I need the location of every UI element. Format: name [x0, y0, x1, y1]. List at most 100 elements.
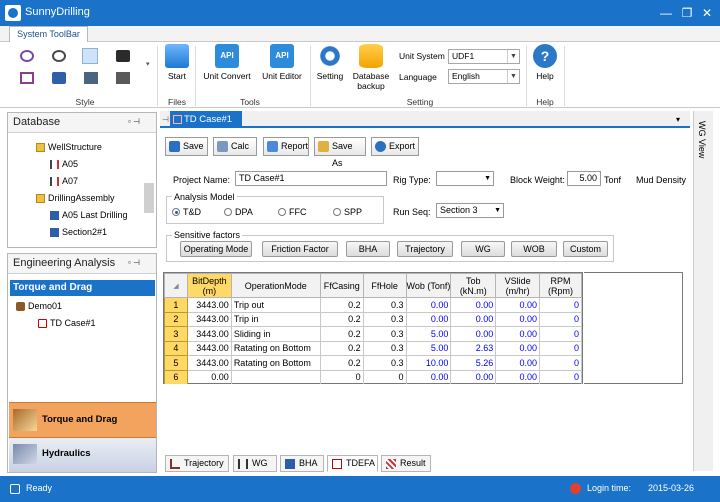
restore-button[interactable]: ❐ — [680, 6, 694, 20]
col-header-operationmode[interactable]: OperationMode — [230, 273, 321, 298]
grid-cell[interactable]: Ratating on Bottom — [230, 340, 321, 356]
project-name-input[interactable]: TD Case#1 — [235, 171, 387, 186]
tree-item-section2[interactable]: Section2#1 — [50, 224, 128, 241]
style-office2010-icon[interactable] — [52, 50, 66, 62]
col-header-ffhole[interactable]: FfHole — [362, 273, 407, 298]
grid-cell[interactable]: Trip in — [230, 311, 321, 327]
grid-cell[interactable]: 0.2 — [319, 311, 364, 327]
wg-button[interactable]: WG — [461, 241, 505, 257]
style-office2013-icon[interactable] — [82, 48, 98, 64]
grid-cell[interactable]: 3443.00 — [186, 297, 232, 313]
grid-cell[interactable]: 0 — [539, 326, 582, 342]
grid-cell[interactable]: 3443.00 — [186, 311, 232, 327]
bha-button[interactable]: BHA — [346, 241, 390, 257]
grid-cell[interactable]: 0 — [362, 369, 407, 385]
grid-cell[interactable]: 0.00 — [450, 297, 497, 313]
grid-cell[interactable]: 5.26 — [450, 355, 497, 371]
panel-pin-icon[interactable]: ▫ ⊣ — [128, 117, 140, 126]
tab-wg[interactable]: WG — [233, 455, 277, 472]
style-vs2012-icon[interactable] — [84, 72, 98, 84]
trajectory-button[interactable]: Trajectory — [397, 241, 453, 257]
style-office2016-icon[interactable] — [116, 50, 130, 62]
grid-cell[interactable]: 0.00 — [405, 311, 452, 327]
grid-cell[interactable]: 5.00 — [405, 326, 452, 342]
tree-item-a05[interactable]: A05 — [50, 156, 128, 173]
style-office2007-icon[interactable] — [20, 50, 34, 62]
module-torque-and-drag[interactable]: Torque and Drag — [9, 402, 156, 438]
col-header-wob[interactable]: Wob (Tonf) — [405, 273, 452, 298]
grid-cell[interactable]: 0.2 — [319, 355, 364, 371]
setting-button[interactable]: Setting — [314, 44, 346, 81]
grid-cell[interactable]: 3443.00 — [186, 340, 232, 356]
grid-cell[interactable]: 10.00 — [405, 355, 452, 371]
col-header-rpm[interactable]: RPM (Rpm) — [539, 273, 582, 298]
wob-button[interactable]: WOB — [511, 241, 557, 257]
run-seq-select[interactable]: Section 3 ▼ — [436, 203, 504, 218]
grid-corner[interactable]: ◢ — [164, 273, 188, 298]
row-number[interactable]: 6 — [164, 369, 188, 385]
grid-cell[interactable]: 0 — [539, 369, 582, 385]
module-hydraulics[interactable]: Hydraulics — [9, 438, 156, 472]
grid-cell[interactable]: 0.00 — [186, 369, 232, 385]
save-button[interactable]: Save — [165, 137, 208, 156]
grid-cell[interactable]: 0 — [539, 311, 582, 327]
grid-cell[interactable]: 0.00 — [495, 311, 541, 327]
row-number[interactable]: 1 — [164, 297, 188, 313]
grid-cell[interactable]: 0.00 — [450, 326, 497, 342]
export-button[interactable]: Export — [371, 137, 419, 156]
tree-item-td-case[interactable]: TD Case#1 — [38, 315, 96, 332]
model-td-radio[interactable]: T&D — [172, 207, 201, 217]
unit-editor-button[interactable]: API Unit Editor — [259, 44, 305, 81]
close-button[interactable]: ✕ — [700, 6, 714, 20]
table-row[interactable]: 5 3443.00 Ratating on Bottom 0.2 0.3 10.00 5.2… — [164, 355, 582, 371]
row-number[interactable]: 2 — [164, 311, 188, 327]
model-dpa-radio[interactable]: DPA — [224, 207, 253, 217]
grid-cell[interactable]: 0.2 — [319, 297, 364, 313]
tab-td-case[interactable]: TD Case#1 — [170, 111, 242, 128]
panel-pin-icon[interactable]: ▫ ⊣ — [128, 258, 140, 267]
tree-item-a07[interactable]: A07 — [50, 173, 128, 190]
grid-cell[interactable]: Trip out — [230, 297, 321, 313]
help-button[interactable]: ? Help — [531, 44, 559, 81]
row-number[interactable]: 4 — [164, 340, 188, 356]
col-header-tob[interactable]: Tob (kN.m) — [450, 273, 497, 298]
grid-cell[interactable]: 0.3 — [362, 355, 407, 371]
grid-cell[interactable]: Ratating on Bottom — [230, 355, 321, 371]
block-weight-input[interactable]: 5.00 — [567, 171, 601, 186]
tab-trajectory[interactable]: Trajectory — [165, 455, 229, 472]
grid-cell[interactable]: 0.3 — [362, 326, 407, 342]
grid-cell[interactable]: 3443.00 — [186, 326, 232, 342]
power-icon[interactable] — [570, 483, 581, 494]
grid-cell[interactable]: 0.2 — [319, 340, 364, 356]
rig-type-select[interactable]: ▼ — [436, 171, 494, 186]
operation-grid[interactable]: ◢ BitDepth (m) OperationMode FfCasing Ff… — [163, 272, 583, 385]
tab-result[interactable]: Result — [381, 455, 431, 472]
grid-cell[interactable]: 0.3 — [362, 340, 407, 356]
grid-cell[interactable]: 0.3 — [362, 311, 407, 327]
tree-item-a05-last-drilling[interactable]: A05 Last Drilling — [50, 207, 128, 224]
grid-cell[interactable]: 2.63 — [450, 340, 497, 356]
tab-system-toolbar[interactable]: System ToolBar — [9, 26, 88, 42]
table-row[interactable]: 2 3443.00 Trip in 0.2 0.3 0.00 0.00 0.00 0 — [164, 311, 582, 327]
grid-cell[interactable]: 3443.00 — [186, 355, 232, 371]
style-vs2013-icon[interactable] — [116, 72, 130, 84]
wg-view-sidebar[interactable]: WG View — [693, 111, 713, 471]
grid-cell[interactable]: 0 — [539, 340, 582, 356]
database-scrollbar[interactable] — [144, 183, 154, 213]
grid-cell[interactable]: 0.2 — [319, 326, 364, 342]
grid-cell[interactable]: 0 — [539, 355, 582, 371]
save-as-button[interactable]: Save As — [314, 137, 366, 168]
friction-factor-button[interactable]: Friction Factor — [262, 241, 338, 257]
tab-tdefa[interactable]: TDEFA — [327, 455, 378, 472]
database-backup-button[interactable]: Database backup — [350, 44, 392, 91]
unit-system-select[interactable]: UDF1 ▼ — [448, 49, 520, 64]
model-ffc-radio[interactable]: FFC — [278, 207, 307, 217]
grid-cell[interactable]: Sliding in — [230, 326, 321, 342]
grid-cell[interactable]: 0 — [319, 369, 364, 385]
col-header-bitdepth[interactable]: BitDepth (m) — [186, 273, 232, 298]
tree-item-wellstructure[interactable]: WellStructure — [36, 139, 128, 156]
col-header-vslide[interactable]: VSlide (m/hr) — [495, 273, 541, 298]
operating-mode-button[interactable]: Operating Mode — [180, 241, 252, 257]
grid-cell[interactable]: 0.00 — [405, 369, 452, 385]
table-row[interactable]: 3 3443.00 Sliding in 0.2 0.3 5.00 0.00 0.00 0 — [164, 326, 582, 342]
